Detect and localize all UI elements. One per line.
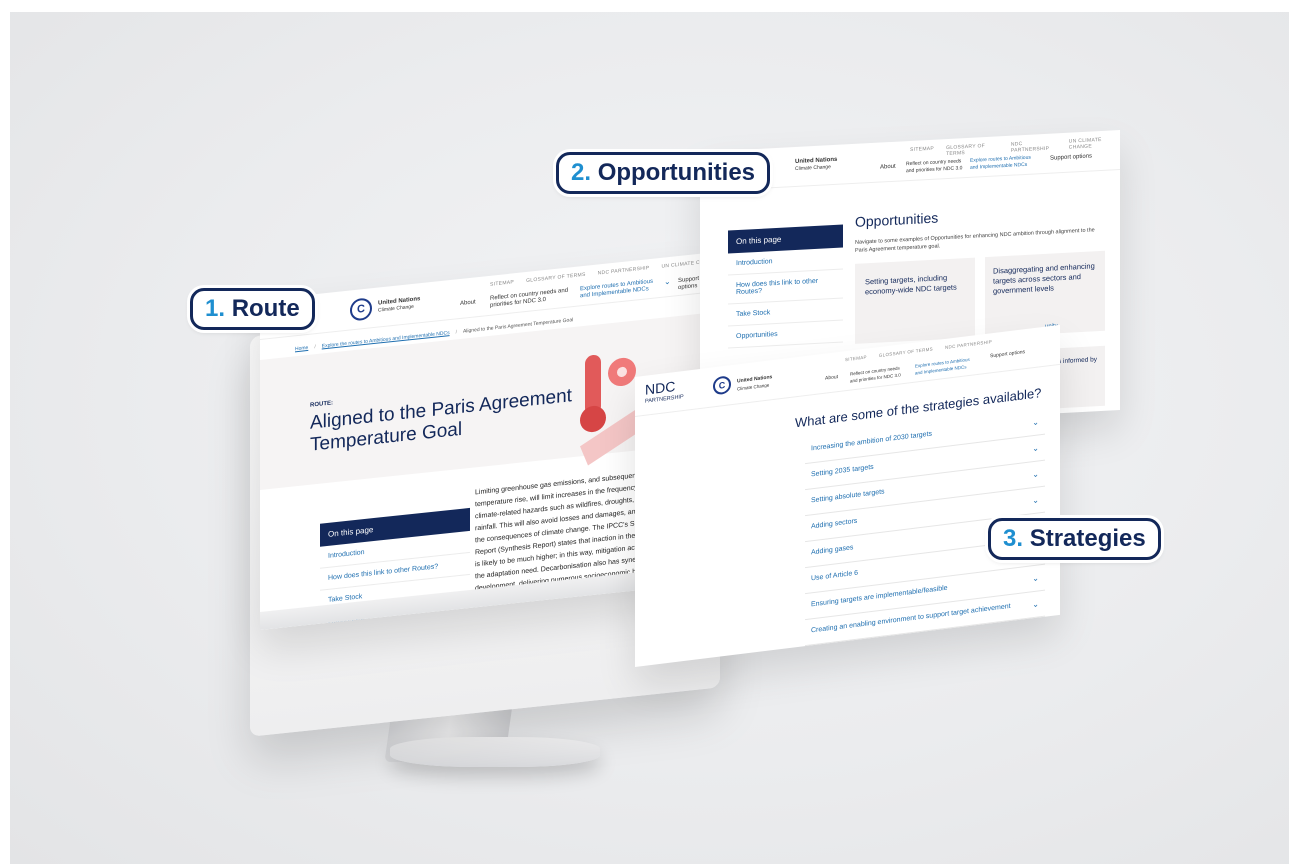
opp-nav-about[interactable]: About [880, 164, 896, 172]
glossary-link[interactable]: GLOSSARY OF TERMS [526, 272, 586, 284]
opp-nav-explore[interactable]: Explore routes to Ambitious and Implemen… [970, 154, 1035, 171]
strat-ndc-link[interactable]: NDC PARTNERSHIP [945, 339, 992, 350]
chevron-down-icon: ⌄ [1032, 599, 1039, 610]
opp-nav-reflect[interactable]: Reflect on country needs and priorities … [906, 158, 966, 175]
chevron-down-icon: ⌄ [1032, 417, 1039, 428]
callout-strategies: 3. Strategies [988, 518, 1161, 560]
un-logo-icon: C [350, 296, 372, 322]
callout-route: 1. Route [190, 288, 315, 330]
callout-opportunities-label: Opportunities [597, 159, 756, 186]
chevron-down-icon: ⌄ [1032, 625, 1039, 636]
monitor-base [390, 737, 600, 767]
opp-sitemap-link[interactable]: SITEMAP [910, 146, 934, 159]
opp-card-targets[interactable]: Setting targets, including economy-wide … [855, 257, 975, 344]
strategy-label: Setting absolute targets [811, 488, 885, 505]
opp-sidebar-opportunities[interactable]: Opportunities [728, 320, 843, 349]
callout-route-num: 1. [205, 295, 226, 322]
chevron-down-icon: ⌄ [1032, 443, 1039, 454]
chevron-down-icon: ⌄ [1032, 469, 1039, 480]
callout-opportunities-num: 2. [571, 159, 592, 186]
breadcrumb-home[interactable]: Home [295, 345, 308, 352]
opp-intro: Navigate to some examples of Opportuniti… [855, 227, 1095, 254]
strategy-label: Setting 2035 targets [811, 463, 874, 479]
strategies-screen: NDC PARTNERSHIP C United Nations Climate… [635, 324, 1060, 667]
opp-un-link[interactable]: UN CLIMATE CHANGE [1069, 136, 1120, 151]
callout-route-label: Route [231, 295, 300, 322]
chevron-down-icon: ⌄ [1032, 495, 1039, 506]
strategy-label: Adding gases [811, 544, 854, 557]
opp-nav-support[interactable]: Support options [1050, 153, 1092, 162]
opp-glossary-link[interactable]: GLOSSARY OF TERMS [946, 142, 999, 157]
nav-about[interactable]: About [460, 299, 476, 308]
ndc-partnership-logo-icon: NDC PARTNERSHIP [645, 378, 684, 408]
strat-sitemap-link[interactable]: SITEMAP [845, 355, 867, 363]
nav-reflect[interactable]: Reflect on country needs and priorities … [490, 287, 570, 309]
callout-strategies-label: Strategies [1029, 525, 1146, 552]
chevron-down-icon[interactable]: ⌄ [664, 277, 671, 287]
opp-un-sub: Climate Change [795, 164, 831, 173]
ndc-partnership-link[interactable]: NDC PARTNERSHIP [598, 265, 650, 276]
strat-un-text: United Nations Climate Change [737, 374, 772, 392]
strat-un-logo-icon: C [713, 375, 731, 396]
strategy-label: Use of Article 6 [811, 569, 859, 583]
mockup-stage: C United Nations Climate Change SITEMAP … [10, 12, 1289, 864]
nav-explore[interactable]: Explore routes to Ambitious and Implemen… [580, 278, 660, 300]
strat-nav-reflect[interactable]: Reflect on country needs and priorities … [850, 363, 908, 384]
strategy-label: Adding sectors [811, 517, 858, 531]
strat-nav-support[interactable]: Support options [990, 349, 1025, 360]
opp-un-text: United Nations Climate Change [795, 157, 837, 173]
sitemap-link[interactable]: SITEMAP [490, 279, 514, 288]
opp-title: Opportunities [855, 209, 939, 230]
chevron-down-icon: ⌄ [1032, 573, 1039, 584]
un-logo-text: United Nations Climate Change [378, 296, 420, 314]
callout-opportunities: 2. Opportunities [556, 152, 771, 194]
strat-nav-explore[interactable]: Explore routes to Ambitious and Implemen… [915, 355, 975, 376]
opp-ndc-link[interactable]: NDC PARTNERSHIP [1011, 139, 1057, 154]
callout-strategies-num: 3. [1003, 525, 1024, 552]
opp-sidebar: On this page Introduction How does this … [728, 224, 843, 349]
strat-nav-about[interactable]: About [825, 374, 838, 383]
strat-glossary-link[interactable]: GLOSSARY OF TERMS [879, 346, 933, 358]
